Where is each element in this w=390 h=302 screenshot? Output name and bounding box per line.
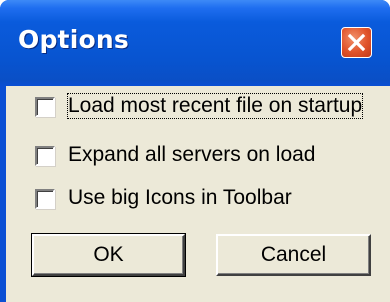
dialog-title: Options (18, 25, 129, 54)
close-button[interactable] (341, 27, 372, 58)
ok-button[interactable]: OK (31, 233, 186, 277)
title-bar[interactable]: Options (0, 0, 390, 86)
close-icon (347, 33, 366, 52)
cancel-button[interactable]: Cancel (216, 234, 371, 276)
options-dialog: Options Load most recent file on startup… (0, 0, 390, 302)
checkbox-label[interactable]: Load most recent file on startup (66, 93, 364, 119)
checkbox-box[interactable] (35, 97, 55, 117)
checkbox-box[interactable] (35, 189, 55, 209)
checkbox-label[interactable]: Expand all servers on load (68, 143, 315, 167)
dialog-body: Load most recent file on startup Expand … (6, 86, 390, 302)
checkbox-label[interactable]: Use big Icons in Toolbar (68, 186, 292, 210)
checkbox-box[interactable] (35, 146, 55, 166)
